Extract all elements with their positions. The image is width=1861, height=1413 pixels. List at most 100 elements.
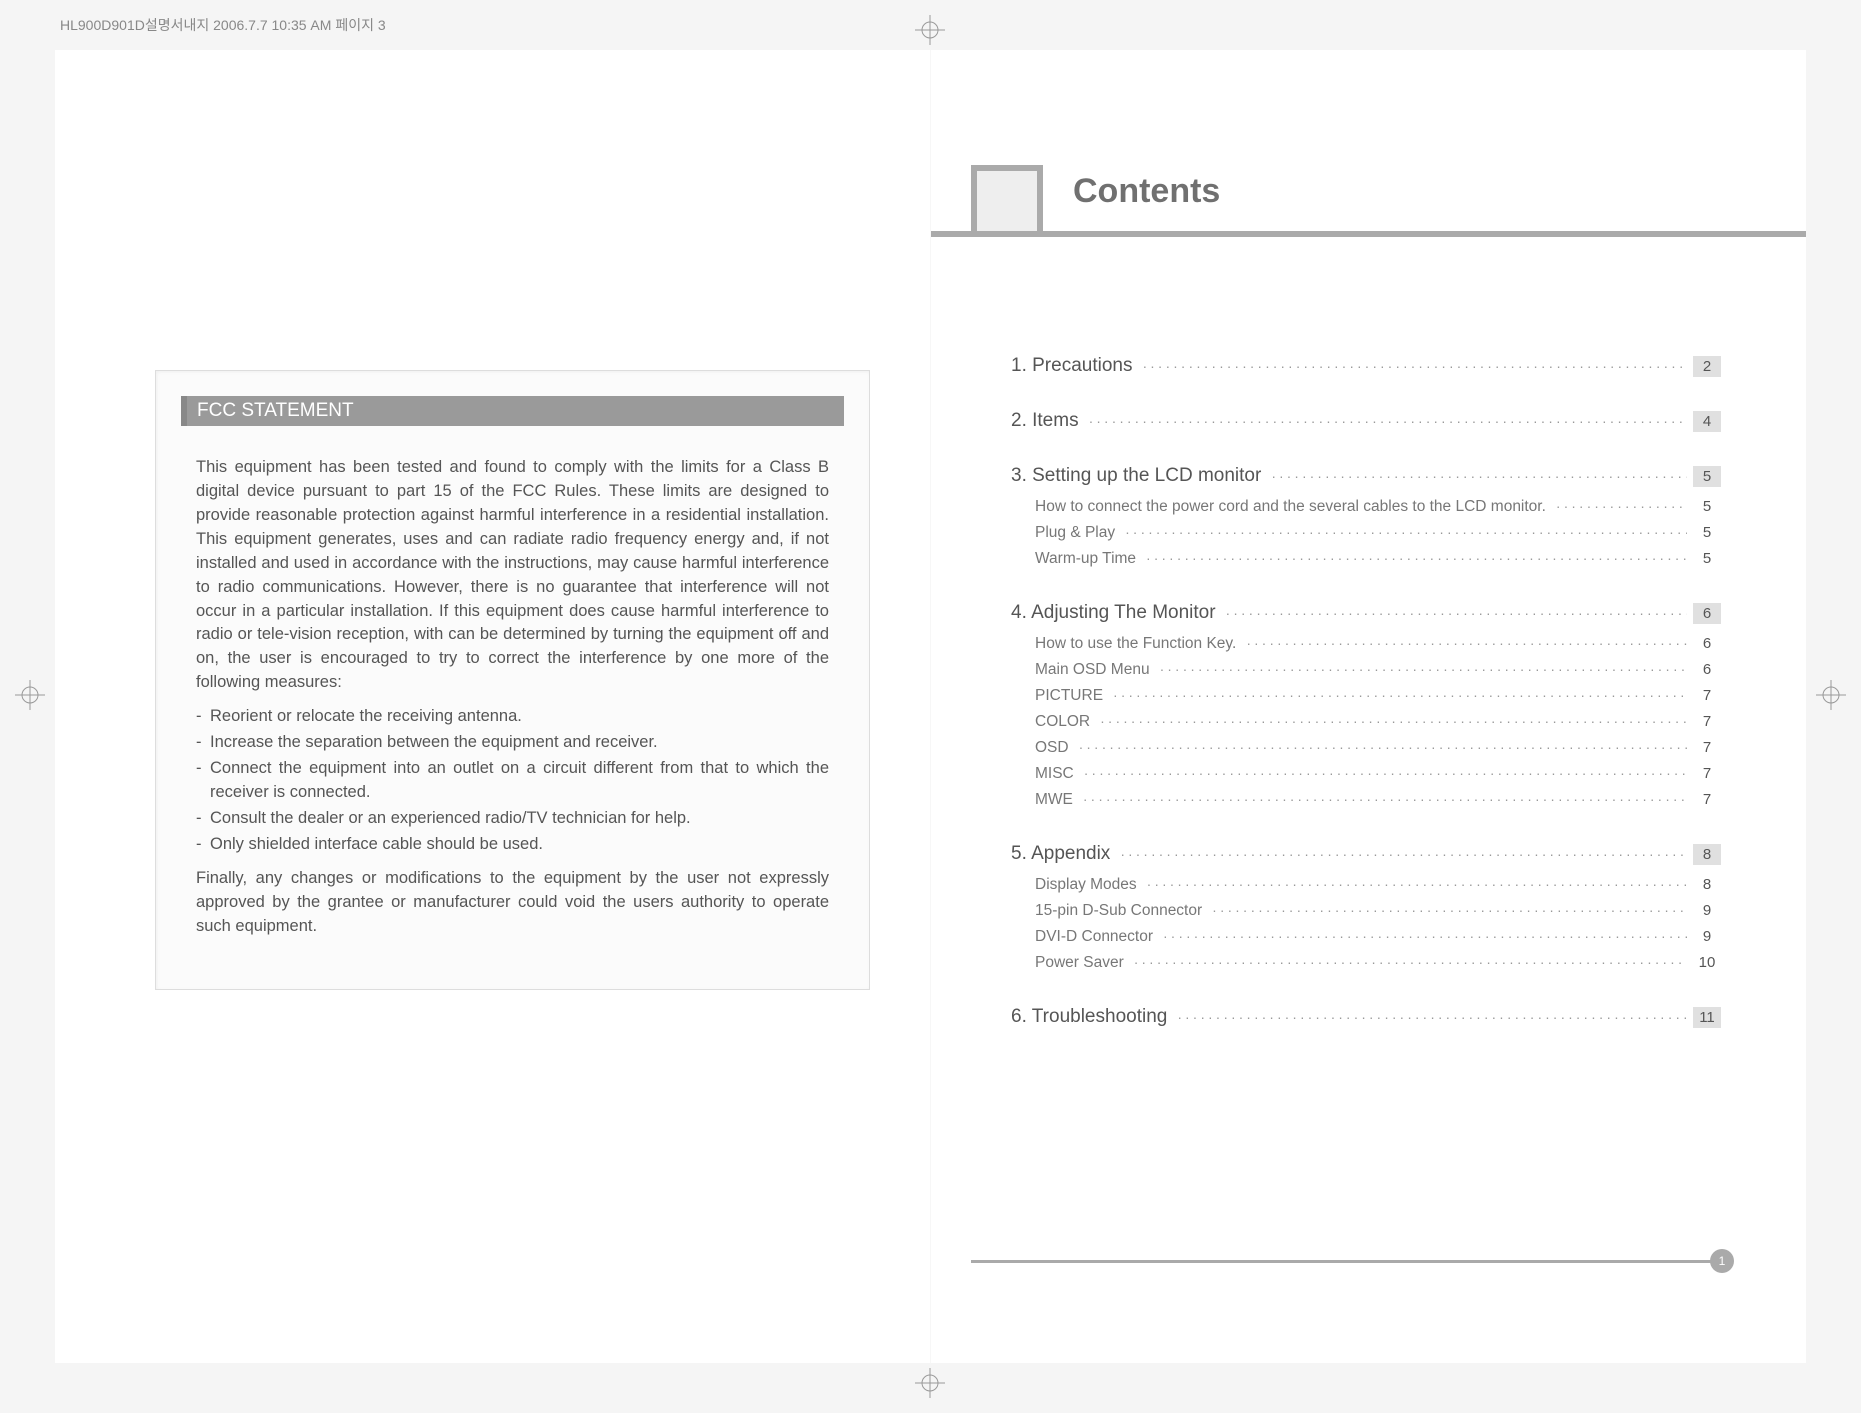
toc-label: Main OSD Menu — [1035, 661, 1150, 679]
print-header: HL900D901D설명서내지 2006.7.7 10:35 AM 페이지 3 — [60, 15, 386, 35]
toc-label: PICTURE — [1035, 687, 1103, 705]
toc-leader-dots: ········································… — [1271, 468, 1687, 484]
registration-mark-icon — [1816, 680, 1846, 710]
toc-page-number: 11 — [1693, 1007, 1721, 1028]
toc-subitem: MISC ····································… — [1011, 763, 1721, 785]
toc-label: Plug & Play — [1035, 524, 1115, 542]
contents-title: Contents — [1073, 172, 1220, 225]
toc-page-number: 5 — [1693, 496, 1721, 517]
toc-label: How to use the Function Key. — [1035, 635, 1236, 653]
toc-label: 4. Adjusting The Monitor — [1011, 602, 1216, 624]
toc-label: OSD — [1035, 739, 1069, 757]
toc-page-number: 8 — [1693, 844, 1721, 865]
fcc-body: This equipment has been tested and found… — [156, 441, 869, 989]
fcc-bullet: -Reorient or relocate the receiving ante… — [210, 705, 829, 729]
fcc-bullet: -Increase the separation between the equ… — [210, 731, 829, 755]
fcc-intro: This equipment has been tested and found… — [196, 456, 829, 695]
toc-section: 6. Troubleshooting······················… — [1011, 1006, 1721, 1029]
toc-subitem: How to use the Function Key. ············… — [1011, 633, 1721, 655]
toc-page-number: 9 — [1693, 926, 1721, 947]
bullet-dash: - — [196, 705, 210, 729]
toc-page-number: 7 — [1693, 763, 1721, 784]
fcc-title: FCC STATEMENT — [181, 396, 844, 426]
toc-page-number: 10 — [1693, 952, 1721, 973]
toc-subitem: MWE ·····································… — [1011, 789, 1721, 811]
toc-page-number: 2 — [1693, 356, 1721, 377]
toc-subitem: Warm-up Time ····························… — [1011, 548, 1721, 570]
toc-page-number: 6 — [1693, 659, 1721, 680]
decorative-square-icon — [971, 165, 1043, 237]
toc-leader-dots: ········································… — [1246, 635, 1687, 651]
toc-page-number: 5 — [1693, 522, 1721, 543]
toc-page-number: 6 — [1693, 603, 1721, 624]
fcc-bullets: -Reorient or relocate the receiving ante… — [210, 705, 829, 857]
toc-leader-dots: ········································… — [1556, 498, 1687, 514]
bullet-text: Reorient or relocate the receiving anten… — [210, 705, 829, 729]
page-spread: FCC STATEMENT This equipment has been te… — [55, 50, 1806, 1363]
toc-page-number: 4 — [1693, 411, 1721, 432]
toc-leader-dots: ········································… — [1079, 739, 1687, 755]
bullet-text: Increase the separation between the equi… — [210, 731, 829, 755]
toc-label: MWE — [1035, 791, 1073, 809]
bullet-text: Consult the dealer or an experienced rad… — [210, 807, 829, 831]
registration-mark-icon — [915, 1368, 945, 1398]
toc-subitem: Power Saver ·····························… — [1011, 952, 1721, 974]
toc-page-number: 7 — [1693, 789, 1721, 810]
toc-leader-dots: ········································… — [1083, 791, 1687, 807]
toc-leader-dots: ········································… — [1142, 358, 1687, 374]
contents-header: Contents — [931, 165, 1806, 237]
toc-page-number: 9 — [1693, 900, 1721, 921]
toc-label: Power Saver — [1035, 954, 1124, 972]
toc-section: 3. Setting up the LCD monitor ···········… — [1011, 465, 1721, 488]
toc-label: 3. Setting up the LCD monitor — [1011, 465, 1261, 487]
registration-mark-icon — [15, 680, 45, 710]
page-number: 1 — [1710, 1249, 1734, 1273]
toc-page-number: 8 — [1693, 874, 1721, 895]
table-of-contents: 1. Precautions ··························… — [1011, 355, 1721, 1037]
toc-leader-dots: ········································… — [1084, 765, 1687, 781]
toc-page-number: 6 — [1693, 633, 1721, 654]
toc-label: DVI-D Connector — [1035, 928, 1153, 946]
toc-subitem: Plug & Play·····························… — [1011, 522, 1721, 544]
toc-subitem: Display Modes ···························… — [1011, 874, 1721, 896]
fcc-bullet: -Only shielded interface cable should be… — [210, 833, 829, 857]
toc-label: COLOR — [1035, 713, 1090, 731]
toc-leader-dots: ········································… — [1146, 550, 1687, 566]
footer-rule — [971, 1260, 1721, 1263]
toc-label: MISC — [1035, 765, 1074, 783]
toc-label: 5. Appendix — [1011, 843, 1110, 865]
toc-page-number: 7 — [1693, 685, 1721, 706]
toc-leader-dots: ········································… — [1120, 846, 1687, 862]
fcc-bullet: -Connect the equipment into an outlet on… — [210, 757, 829, 805]
toc-section: 5. Appendix ·····························… — [1011, 843, 1721, 866]
bullet-dash: - — [196, 757, 210, 805]
toc-leader-dots: ········································… — [1134, 954, 1687, 970]
toc-section: 2. Items································… — [1011, 410, 1721, 433]
toc-leader-dots: ········································… — [1212, 902, 1687, 918]
fcc-statement-box: FCC STATEMENT This equipment has been te… — [155, 370, 870, 990]
toc-subitem: Main OSD Menu···························… — [1011, 659, 1721, 681]
toc-subitem: How to connect the power cord and the se… — [1011, 496, 1721, 518]
toc-label: Display Modes — [1035, 876, 1137, 894]
toc-label: 15-pin D-Sub Connector — [1035, 902, 1202, 920]
bullet-text: Connect the equipment into an outlet on … — [210, 757, 829, 805]
toc-page-number: 5 — [1693, 466, 1721, 487]
fcc-bullet: -Consult the dealer or an experienced ra… — [210, 807, 829, 831]
fcc-outro: Finally, any changes or modifications to… — [196, 867, 829, 939]
toc-subitem: OSD ·····································… — [1011, 737, 1721, 759]
toc-leader-dots: ········································… — [1147, 876, 1687, 892]
toc-subitem: PICTURE ·································… — [1011, 685, 1721, 707]
bullet-dash: - — [196, 731, 210, 755]
toc-leader-dots: ········································… — [1089, 413, 1687, 429]
toc-page-number: 7 — [1693, 711, 1721, 732]
toc-leader-dots: ········································… — [1177, 1009, 1687, 1025]
toc-subitem: DVI-D Connector·························… — [1011, 926, 1721, 948]
toc-subitem: 15-pin D-Sub Connector ··················… — [1011, 900, 1721, 922]
toc-page-number: 7 — [1693, 737, 1721, 758]
toc-leader-dots: ········································… — [1113, 687, 1687, 703]
toc-label: 1. Precautions — [1011, 355, 1132, 377]
toc-label: Warm-up Time — [1035, 550, 1136, 568]
toc-section: 4. Adjusting The Monitor················… — [1011, 602, 1721, 625]
toc-leader-dots: ········································… — [1100, 713, 1687, 729]
bullet-dash: - — [196, 833, 210, 857]
